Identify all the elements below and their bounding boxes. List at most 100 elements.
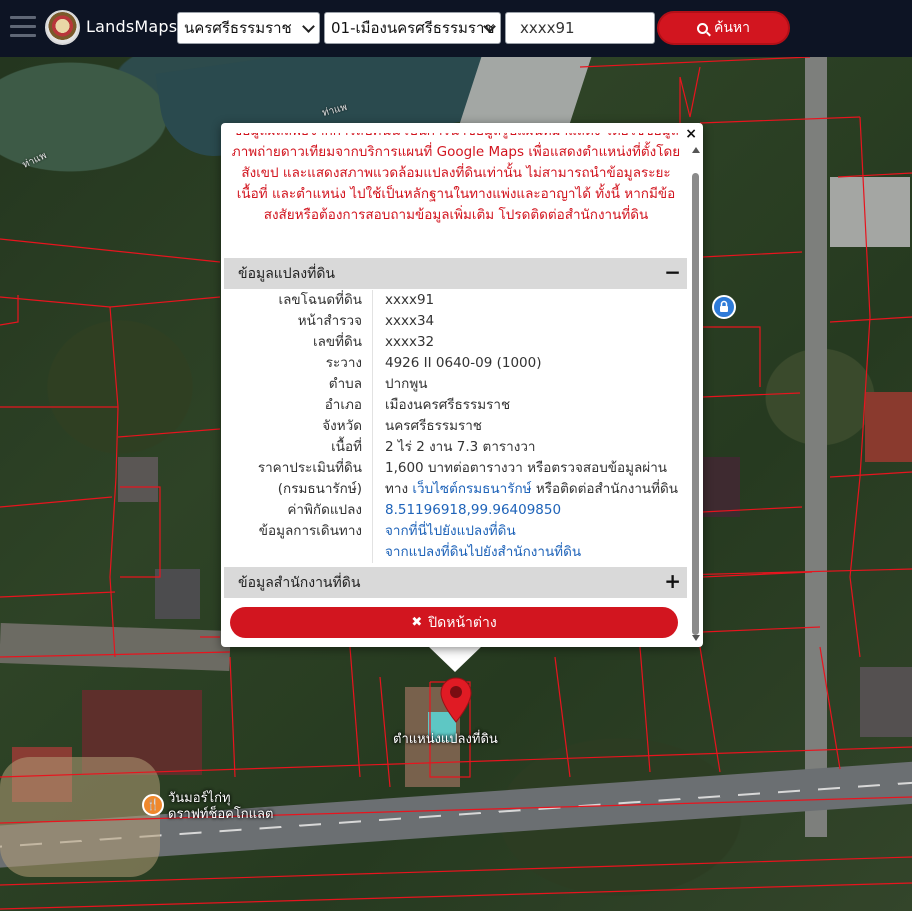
row-value: เมืองนครศรีธรรมราช xyxy=(385,397,511,413)
row-label: เนื้อที่ xyxy=(224,437,373,458)
table-row: เลขโฉนดที่ดิน xxxx91 xyxy=(224,290,687,311)
parcel-line xyxy=(701,251,803,258)
parcel-line xyxy=(849,116,871,658)
scroll-down-icon[interactable] xyxy=(692,635,700,641)
table-row: จังหวัด นครศรีธรรมราช xyxy=(224,416,687,437)
parcel-line xyxy=(699,116,861,124)
parcel-marker-label: ตำแหน่งแปลงที่ดิน xyxy=(393,732,498,747)
section-header-office[interactable]: ข้อมูลสำนักงานที่ดิน + xyxy=(224,567,687,598)
close-icon: ✖ xyxy=(411,615,423,630)
parcel-line xyxy=(0,746,912,778)
parcel-line xyxy=(120,486,161,578)
row-label: จังหวัด xyxy=(224,416,373,437)
row-value: 2 ไร่ 2 งาน 7.3 ตารางวา xyxy=(385,439,536,455)
row-label: ข้อมูลการเดินทาง xyxy=(224,521,373,542)
section-title: ข้อมูลแปลงที่ดิน xyxy=(238,265,336,282)
parcel-line xyxy=(829,471,912,478)
parcel-line xyxy=(701,392,801,398)
directions-to-parcel-link[interactable]: จากที่นี่ไปยังแปลงที่ดิน xyxy=(385,523,516,539)
row-label: ระวาง xyxy=(224,353,373,374)
brand-name: LandsMaps xyxy=(86,17,178,36)
table-row: เลขที่ดิน xxxx32 xyxy=(224,332,687,353)
parcel-line xyxy=(379,676,391,788)
parcel-line xyxy=(0,238,221,263)
row-label: ตำบล xyxy=(224,374,373,395)
map-pin-icon[interactable] xyxy=(440,677,472,723)
table-row: ข้อมูลการเดินทาง จากที่นี่ไปยังแปลงที่ดิ… xyxy=(224,521,687,542)
lock-icon[interactable] xyxy=(712,295,736,319)
scrollbar-thumb[interactable] xyxy=(692,173,699,635)
parcel-line xyxy=(701,506,803,513)
parcel-info-table: เลขโฉนดที่ดิน xxxx91 หน้าสำรวจ xxxx34 เล… xyxy=(224,290,687,567)
search-button[interactable]: ค้นหา xyxy=(657,11,790,45)
disclaimer-text: ข้อมูลผลลัพธ์จากการสืบค้นนี้ เป็นการนำข้… xyxy=(225,133,687,257)
coordinates-link[interactable]: 8.51196918,99.96409850 xyxy=(385,502,561,518)
row-value: 4926 II 0640-09 (1000) xyxy=(385,355,542,371)
parcel-line xyxy=(837,172,912,178)
row-value: 8.51196918,99.96409850 xyxy=(373,500,561,521)
close-icon[interactable]: × xyxy=(685,126,697,142)
top-navbar: LandsMaps นครศรีธรรมราช 01-เมืองนครศรีธร… xyxy=(0,0,912,57)
parcel-line xyxy=(679,66,701,118)
parcel-line xyxy=(0,295,19,326)
row-label: อำเภอ xyxy=(224,395,373,416)
parcel-line xyxy=(349,646,361,778)
amphoe-select-value: 01-เมืองนครศรีธรรมราช xyxy=(331,19,495,37)
row-label: (กรมธนารักษ์) xyxy=(224,479,373,500)
popup-scrollbar[interactable] xyxy=(691,143,700,641)
parcel-search-input[interactable]: xxxx91 xyxy=(505,12,655,44)
parcel-line xyxy=(0,796,912,824)
amphoe-select[interactable]: 01-เมืองนครศรีธรรมราช xyxy=(324,12,501,44)
section-header-parcel[interactable]: ข้อมูลแปลงที่ดิน − xyxy=(224,258,687,289)
treasury-website-link[interactable]: เว็บไซต์กรมธนารักษ์ xyxy=(412,481,531,497)
lock-glyph xyxy=(720,300,728,312)
row-value: xxxx91 xyxy=(385,292,435,308)
row-value-suffix: หรือติดต่อสำนักงานที่ดิน xyxy=(531,481,679,497)
search-icon xyxy=(696,22,708,34)
table-row: ระวาง 4926 II 0640-09 (1000) xyxy=(224,353,687,374)
parcel-line xyxy=(109,306,119,658)
table-row: จากแปลงที่ดินไปยังสำนักงานที่ดิน xyxy=(224,542,687,563)
row-value: นครศรีธรรมราช xyxy=(385,418,482,434)
row-value: xxxx34 xyxy=(385,313,435,329)
poi-food-label[interactable]: วันมอร์ไก่ทุ ดราฟท์ช็อคโกแลต xyxy=(168,791,273,823)
row-label: ราคาประเมินที่ดิน xyxy=(224,458,373,479)
chevron-down-icon xyxy=(302,20,315,33)
table-row: หน้าสำรวจ xxxx34 xyxy=(224,311,687,332)
collapse-icon[interactable]: − xyxy=(664,260,681,284)
parcel-line xyxy=(117,428,221,438)
table-row: เนื้อที่ 2 ไร่ 2 งาน 7.3 ตารางวา xyxy=(224,437,687,458)
row-value: จากที่นี่ไปยังแปลงที่ดิน xyxy=(373,521,516,542)
landsmaps-logo xyxy=(45,10,80,45)
parcel-line xyxy=(829,316,912,323)
parcel-line xyxy=(0,296,221,308)
scroll-up-icon[interactable] xyxy=(692,147,700,153)
parcel-line xyxy=(0,496,113,508)
row-value: xxxx32 xyxy=(385,334,435,350)
row-label: เลขโฉนดที่ดิน xyxy=(224,290,373,311)
row-value: จากแปลงที่ดินไปยังสำนักงานที่ดิน xyxy=(373,542,581,563)
row-value: ทาง เว็บไซต์กรมธนารักษ์ หรือติดต่อสำนักง… xyxy=(373,479,678,500)
directions-to-office-link[interactable]: จากแปลงที่ดินไปยังสำนักงานที่ดิน xyxy=(385,544,581,560)
row-label: เลขที่ดิน xyxy=(224,332,373,353)
parcel-line xyxy=(229,656,236,778)
close-popup-label: ปิดหน้าต่าง xyxy=(428,614,497,631)
disclaimer-body: ข้อมูลผลลัพธ์จากการสืบค้นนี้ เป็นการนำข้… xyxy=(231,133,681,223)
expand-icon[interactable]: + xyxy=(664,569,681,593)
province-select-value: นครศรีธรรมราช xyxy=(184,19,292,37)
row-label: หน้าสำรวจ xyxy=(224,311,373,332)
poi-food-label-line2: ดราฟท์ช็อคโกแลต xyxy=(168,807,274,822)
close-popup-button[interactable]: ✖ ปิดหน้าต่าง xyxy=(230,607,678,638)
table-row: (กรมธนารักษ์) ทาง เว็บไซต์กรมธนารักษ์ หร… xyxy=(224,479,687,500)
fork-knife-icon[interactable]: 🍴 xyxy=(142,794,164,816)
table-row: ราคาประเมินที่ดิน 1,600 บาทต่อตารางวา หร… xyxy=(224,458,687,479)
province-select[interactable]: นครศรีธรรมราช xyxy=(177,12,320,44)
row-label: ค่าพิกัดแปลง xyxy=(224,500,373,521)
parcel-info-popup: × ข้อมูลผลลัพธ์จากการสืบค้นนี้ เป็นการนำ… xyxy=(221,123,703,647)
poi-food-label-line1: วันมอร์ไก่ทุ xyxy=(168,791,231,806)
row-value: 1,600 บาทต่อตารางวา หรือตรวจสอบข้อมูลผ่า… xyxy=(385,460,667,476)
parcel-line xyxy=(579,57,811,68)
parcel-line xyxy=(639,646,651,773)
parcel-line xyxy=(701,626,821,633)
menu-icon[interactable] xyxy=(10,16,36,38)
